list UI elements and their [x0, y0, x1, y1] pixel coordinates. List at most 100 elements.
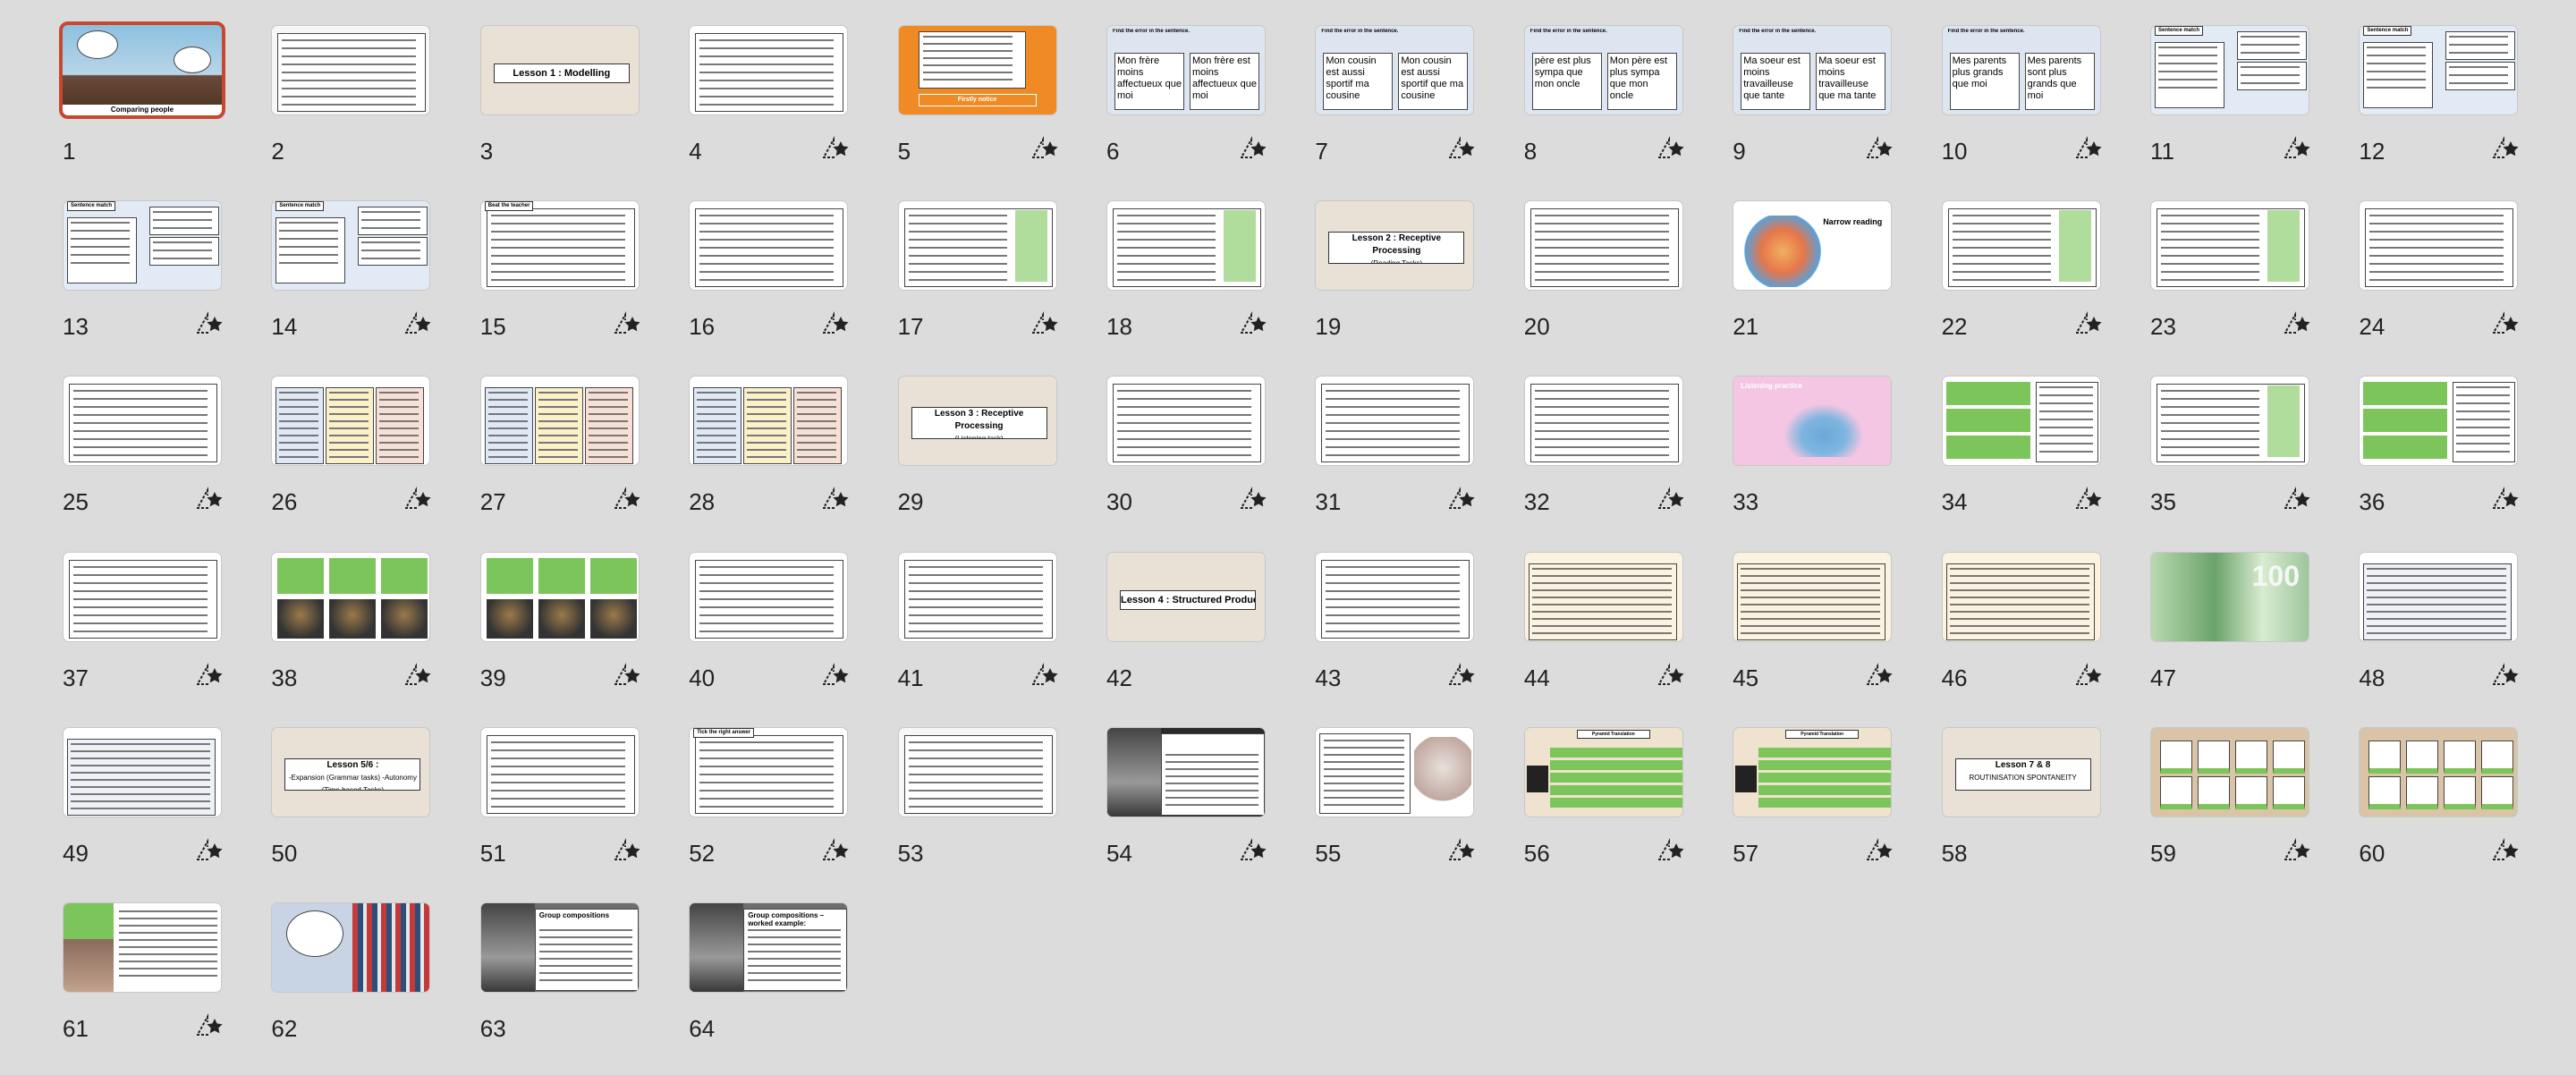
slide-thumbnail[interactable]: [1733, 551, 1893, 642]
slide-thumbnail[interactable]: [689, 25, 849, 115]
slide-47[interactable]: 100 47: [2150, 551, 2358, 722]
slide-29[interactable]: Lesson 3 : Receptive Processing (Listenin…: [897, 376, 1106, 546]
slide-62[interactable]: 62: [271, 902, 479, 1072]
slide-3[interactable]: Lesson 1 : Modelling 3: [479, 25, 688, 195]
slide-53[interactable]: 53: [897, 726, 1106, 897]
slide-thumbnail[interactable]: Narrow reading: [1733, 200, 1893, 292]
animation-icon[interactable]: [2283, 311, 2311, 338]
animation-icon[interactable]: [821, 311, 850, 338]
slide-thumbnail[interactable]: [479, 726, 640, 817]
animation-icon[interactable]: [613, 662, 641, 690]
animation-icon[interactable]: [1657, 487, 1685, 513]
animation-icon[interactable]: [195, 1013, 224, 1040]
slide-45[interactable]: 45: [1733, 551, 1940, 722]
slide-thumbnail[interactable]: Lesson 2 : Receptive Processing (Reading …: [1315, 200, 1475, 292]
slide-58[interactable]: Lesson 7 & 8 ROUTINISATION SPONTANEITY 58: [1941, 726, 2149, 897]
slide-thumbnail[interactable]: Find the error in the sentence. Ma soeur …: [1733, 25, 1893, 115]
slide-thumbnail[interactable]: Sentence match: [271, 200, 431, 292]
animation-icon[interactable]: [613, 311, 641, 338]
animation-icon[interactable]: [2074, 311, 2103, 338]
slide-42[interactable]: Lesson 4 : Structured Production 42: [1106, 551, 1314, 722]
slide-34[interactable]: 34: [1941, 376, 2149, 546]
slide-9[interactable]: Find the error in the sentence. Ma soeur …: [1733, 25, 1940, 195]
slide-thumbnail[interactable]: [1106, 726, 1266, 817]
slide-6[interactable]: Find the error in the sentence. Mon frère…: [1106, 25, 1314, 195]
slide-30[interactable]: 30: [1106, 376, 1314, 546]
animation-icon[interactable]: [1657, 662, 1685, 690]
animation-icon[interactable]: [2491, 311, 2520, 338]
slide-4[interactable]: 4: [689, 25, 896, 195]
slide-49[interactable]: 49: [63, 726, 270, 897]
slide-32[interactable]: 32: [1523, 376, 1732, 546]
animation-icon[interactable]: [195, 311, 224, 338]
slide-11[interactable]: Sentence match 11: [2150, 25, 2358, 195]
animation-icon[interactable]: [2491, 136, 2520, 163]
slide-thumbnail[interactable]: [897, 200, 1057, 292]
slide-54[interactable]: 54: [1106, 726, 1314, 897]
animation-icon[interactable]: [2074, 136, 2103, 163]
animation-icon[interactable]: [1447, 662, 1476, 690]
slide-thumbnail[interactable]: Find the error in the sentence. Mes paren…: [1941, 25, 2101, 115]
slide-60[interactable]: 60: [2359, 726, 2566, 897]
slide-21[interactable]: Narrow reading 21: [1733, 200, 1940, 370]
slide-thumbnail[interactable]: Lesson 5/6 : -Expansion (Grammar tasks) -…: [271, 726, 431, 817]
animation-icon[interactable]: [2074, 662, 2103, 690]
slide-23[interactable]: 23: [2150, 200, 2358, 370]
slide-8[interactable]: Find the error in the sentence. père est …: [1523, 25, 1732, 195]
slide-thumbnail[interactable]: [1941, 376, 2101, 467]
slide-thumbnail[interactable]: [1106, 200, 1266, 292]
slide-55[interactable]: 55: [1315, 726, 1522, 897]
animation-icon[interactable]: [403, 487, 432, 513]
slide-thumbnail[interactable]: [897, 726, 1057, 817]
slide-thumbnail[interactable]: [2150, 726, 2309, 817]
slide-thumbnail[interactable]: [271, 25, 431, 115]
slide-61[interactable]: 61: [63, 902, 270, 1072]
animation-icon[interactable]: [821, 136, 850, 163]
slide-thumbnail[interactable]: [1315, 551, 1475, 642]
animation-icon[interactable]: [1030, 311, 1059, 338]
animation-icon[interactable]: [2491, 837, 2520, 865]
slide-thumbnail[interactable]: [2359, 376, 2519, 467]
slide-1[interactable]: Comparing people 1: [59, 21, 270, 195]
animation-icon[interactable]: [1657, 136, 1685, 163]
slide-13[interactable]: Sentence match 13: [63, 200, 270, 370]
slide-7[interactable]: Find the error in the sentence. Mon cousi…: [1315, 25, 1522, 195]
slide-thumbnail[interactable]: [2359, 200, 2519, 292]
slide-thumbnail[interactable]: [2359, 551, 2519, 642]
slide-thumbnail[interactable]: [1315, 376, 1475, 467]
slide-thumbnail[interactable]: Listening practice: [1733, 376, 1893, 467]
slide-63[interactable]: Group compositions 63: [479, 902, 688, 1072]
slide-thumbnail[interactable]: 100: [2150, 551, 2309, 642]
animation-icon[interactable]: [1239, 837, 1267, 865]
animation-icon[interactable]: [195, 837, 224, 865]
animation-icon[interactable]: [1030, 662, 1059, 690]
slide-thumbnail[interactable]: [1523, 200, 1683, 292]
slide-41[interactable]: 41: [897, 551, 1106, 722]
slide-thumbnail[interactable]: [63, 726, 222, 817]
slide-thumbnail[interactable]: [2150, 376, 2309, 467]
slide-thumbnail[interactable]: [271, 376, 431, 467]
slide-24[interactable]: 24: [2359, 200, 2566, 370]
slide-27[interactable]: 27: [479, 376, 688, 546]
slide-thumbnail[interactable]: Sentence match: [2359, 25, 2519, 115]
slide-thumbnail[interactable]: [689, 551, 849, 642]
animation-icon[interactable]: [1865, 662, 1894, 690]
slide-38[interactable]: 38: [271, 551, 479, 722]
slide-10[interactable]: Find the error in the sentence. Mes paren…: [1941, 25, 2149, 195]
slide-thumbnail[interactable]: Lesson 4 : Structured Production: [1106, 551, 1266, 642]
slide-31[interactable]: 31: [1315, 376, 1522, 546]
slide-51[interactable]: 51: [479, 726, 688, 897]
animation-icon[interactable]: [1447, 136, 1476, 163]
slide-thumbnail[interactable]: Find the error in the sentence. Mon cousi…: [1315, 25, 1475, 115]
slide-thumbnail[interactable]: [689, 376, 849, 467]
slide-37[interactable]: 37: [63, 551, 270, 722]
slide-thumbnail[interactable]: Lesson 7 & 8 ROUTINISATION SPONTANEITY: [1941, 726, 2101, 817]
slide-thumbnail[interactable]: Sentence match: [2150, 25, 2309, 115]
slide-39[interactable]: 39: [479, 551, 688, 722]
animation-icon[interactable]: [613, 487, 641, 513]
slide-17[interactable]: 17: [897, 200, 1106, 370]
animation-icon[interactable]: [195, 662, 224, 690]
slide-thumbnail[interactable]: [2150, 200, 2309, 292]
slide-50[interactable]: Lesson 5/6 : -Expansion (Grammar tasks) -…: [271, 726, 479, 897]
slide-thumbnail[interactable]: [63, 902, 222, 993]
